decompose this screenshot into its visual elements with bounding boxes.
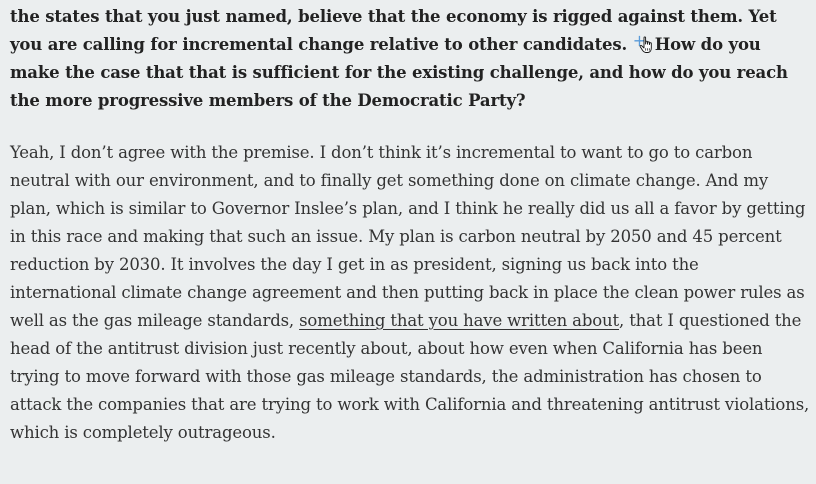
interview-answer: Yeah, I don’t agree with the premise. I … xyxy=(10,139,810,447)
article-link[interactable]: something that you have written about xyxy=(299,311,619,330)
article-body: the states that you just named, believe … xyxy=(0,0,810,447)
hand-cursor-icon xyxy=(639,36,652,53)
answer-text-part-1: Yeah, I don’t agree with the premise. I … xyxy=(10,143,806,330)
annotation-marker[interactable]: + xyxy=(633,32,655,53)
answer-text-part-2: , that I questioned the head of the anti… xyxy=(10,311,810,442)
interview-question: the states that you just named, believe … xyxy=(10,3,810,115)
